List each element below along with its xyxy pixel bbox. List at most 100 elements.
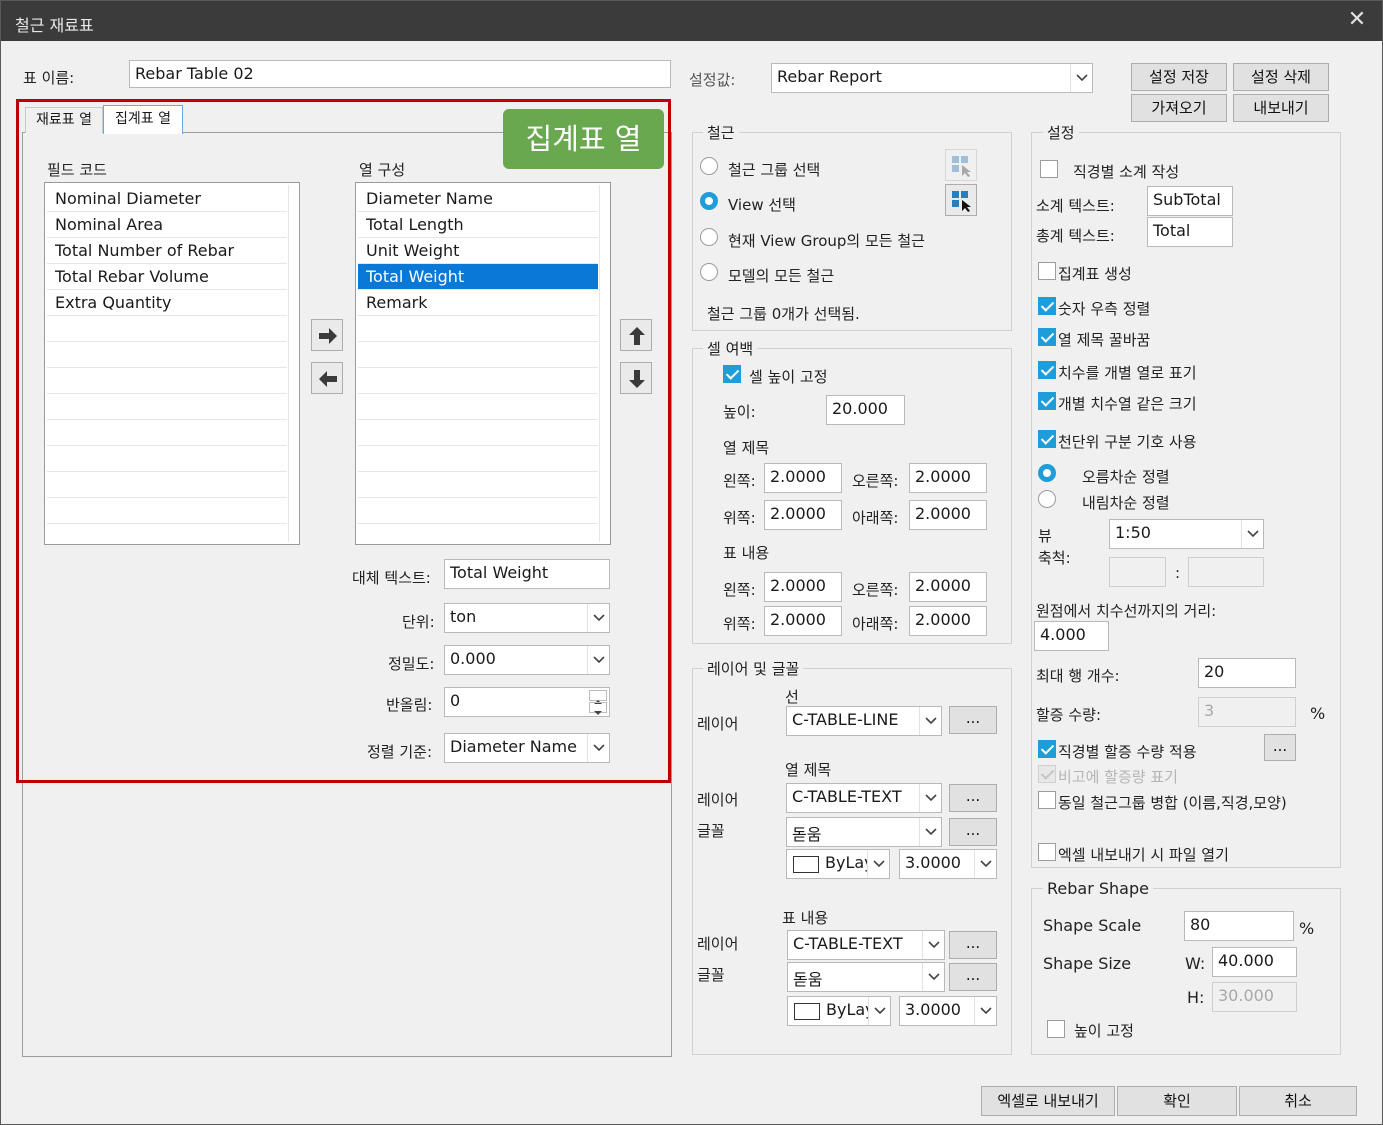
move-down-button[interactable] — [620, 362, 652, 394]
close-icon[interactable]: ✕ — [1344, 7, 1370, 33]
open-excel-checkbox[interactable] — [1038, 843, 1056, 861]
remove-column-button[interactable] — [311, 362, 343, 394]
dims-separate-checkbox[interactable] — [1038, 361, 1056, 379]
preset-select[interactable]: Rebar Report — [771, 63, 1093, 93]
alt-text-input[interactable]: Total Weight — [444, 559, 610, 589]
list-item[interactable]: Remark — [358, 290, 598, 316]
scale-ratio-separator: : — [1175, 564, 1181, 582]
extra-settings-button[interactable]: ... — [1264, 734, 1296, 761]
body-color-select[interactable]: ByLayer — [787, 996, 891, 1026]
scale-numerator-input[interactable] — [1109, 557, 1166, 587]
height-label: 높이: — [723, 403, 756, 421]
subtotal-text-input[interactable]: SubTotal — [1147, 186, 1233, 216]
column-config-list[interactable]: Diameter Name Total Length Unit Weight T… — [355, 182, 611, 545]
view-scale-select[interactable]: 1:50 — [1109, 519, 1264, 549]
scale-denominator-input[interactable] — [1188, 557, 1264, 587]
list-item[interactable]: Diameter Name — [358, 186, 598, 212]
extra-qty-input[interactable]: 3 — [1198, 697, 1296, 727]
table-name-input[interactable]: Rebar Table 02 — [129, 60, 671, 88]
radio-model-all-label: 모델의 모든 철근 — [728, 267, 835, 285]
body-font-select[interactable]: 돋움 — [787, 962, 945, 992]
list-item[interactable]: Total Length — [358, 212, 598, 238]
shape-size-label: Shape Size — [1043, 954, 1132, 973]
header-color-select[interactable]: ByLayer — [786, 849, 890, 879]
dim-distance-input[interactable]: 4.000 — [1034, 621, 1109, 651]
header-left-input[interactable]: 2.0000 — [764, 463, 842, 493]
import-preset-button[interactable]: 가져오기 — [1131, 94, 1227, 122]
list-item[interactable]: Total Rebar Volume — [47, 264, 287, 290]
delete-preset-button[interactable]: 설정 삭제 — [1233, 63, 1329, 91]
body-size-select[interactable]: 3.0000 — [899, 996, 997, 1026]
precision-select[interactable]: 0.000 — [444, 645, 610, 675]
line-layer-select[interactable]: C-TABLE-LINE — [786, 706, 942, 736]
body-right-input[interactable]: 2.0000 — [909, 572, 987, 602]
spin-up-icon[interactable] — [589, 690, 607, 704]
shape-scale-input[interactable]: 80 — [1184, 911, 1294, 941]
export-preset-button[interactable]: 내보내기 — [1233, 94, 1329, 122]
header-layer-select[interactable]: C-TABLE-TEXT — [786, 783, 942, 813]
list-item[interactable]: Unit Weight — [358, 238, 598, 264]
header-top-input[interactable]: 2.0000 — [764, 500, 842, 530]
header-bottom-input[interactable]: 2.0000 — [909, 500, 987, 530]
color-swatch-icon — [793, 856, 819, 873]
fix-cell-height-checkbox[interactable] — [723, 365, 741, 383]
body-left-input[interactable]: 2.0000 — [764, 572, 842, 602]
arrow-down-icon — [629, 370, 645, 388]
radio-ascending[interactable] — [1038, 464, 1056, 482]
line-layer-more-button[interactable]: ... — [949, 706, 997, 734]
shape-w-input[interactable]: 40.000 — [1212, 947, 1297, 977]
ok-button[interactable]: 확인 — [1117, 1086, 1237, 1116]
subtotal-by-dia-checkbox[interactable] — [1040, 160, 1058, 178]
body-font-more-button[interactable]: ... — [949, 963, 997, 991]
apply-extra-checkbox[interactable] — [1038, 740, 1056, 758]
settings-title: 설정 — [1043, 122, 1079, 143]
sort-select[interactable]: Diameter Name — [444, 733, 610, 763]
field-code-list[interactable]: Nominal Diameter Nominal Area Total Numb… — [44, 182, 300, 545]
list-item-selected[interactable]: Total Weight — [358, 264, 598, 290]
move-up-button[interactable] — [620, 319, 652, 351]
list-item[interactable]: Nominal Diameter — [47, 186, 287, 212]
rounding-spinner[interactable]: 0 — [444, 687, 610, 717]
total-text-input[interactable]: Total — [1147, 217, 1233, 247]
body-layer-more-button[interactable]: ... — [949, 931, 997, 959]
header-size-select[interactable]: 3.0000 — [899, 849, 997, 879]
body-layer-select[interactable]: C-TABLE-TEXT — [787, 930, 945, 960]
list-item[interactable]: Total Number of Rebar — [47, 238, 287, 264]
max-rows-input[interactable]: 20 — [1198, 658, 1296, 688]
height-input[interactable]: 20.000 — [826, 395, 905, 425]
radio-model-all[interactable] — [700, 263, 718, 281]
show-extra-checkbox[interactable] — [1038, 765, 1056, 783]
unit-select[interactable]: ton — [444, 603, 610, 633]
list-item[interactable]: Nominal Area — [47, 212, 287, 238]
radio-descending[interactable] — [1038, 490, 1056, 508]
thousand-sep-checkbox[interactable] — [1038, 430, 1056, 448]
header-right-input[interactable]: 2.0000 — [909, 463, 987, 493]
radio-current-view-group[interactable] — [700, 228, 718, 246]
body-top-input[interactable]: 2.0000 — [764, 606, 842, 636]
rounding-label: 반올림: — [386, 696, 433, 714]
shape-h-input[interactable]: 30.000 — [1212, 982, 1297, 1012]
select-view-button[interactable] — [945, 184, 977, 216]
radio-view-select[interactable] — [700, 192, 718, 210]
same-size-checkbox[interactable] — [1038, 392, 1056, 410]
num-right-align-checkbox[interactable] — [1038, 297, 1056, 315]
body-font-label: 글꼴 — [697, 966, 725, 984]
precision-value: 0.000 — [450, 649, 496, 668]
list-item[interactable]: Extra Quantity — [47, 290, 287, 316]
save-preset-button[interactable]: 설정 저장 — [1131, 63, 1227, 91]
header-font-more-button[interactable]: ... — [949, 818, 997, 846]
cancel-button[interactable]: 취소 — [1239, 1086, 1357, 1116]
header-layer-more-button[interactable]: ... — [949, 784, 997, 812]
body-bottom-input[interactable]: 2.0000 — [909, 606, 987, 636]
radio-rebar-group[interactable] — [700, 157, 718, 175]
apply-extra-label: 직경별 할증 수량 적용 — [1058, 743, 1197, 761]
add-column-button[interactable] — [311, 319, 343, 351]
export-excel-button[interactable]: 엑셀로 내보내기 — [981, 1086, 1115, 1116]
create-summary-checkbox[interactable] — [1038, 262, 1056, 280]
header-font-select[interactable]: 돋움 — [786, 817, 942, 847]
header-wrap-checkbox[interactable] — [1038, 328, 1056, 346]
spin-down-icon[interactable] — [589, 702, 607, 715]
shape-fix-height-checkbox[interactable] — [1047, 1020, 1065, 1038]
select-group-button[interactable] — [945, 149, 977, 181]
merge-groups-checkbox[interactable] — [1038, 791, 1056, 809]
